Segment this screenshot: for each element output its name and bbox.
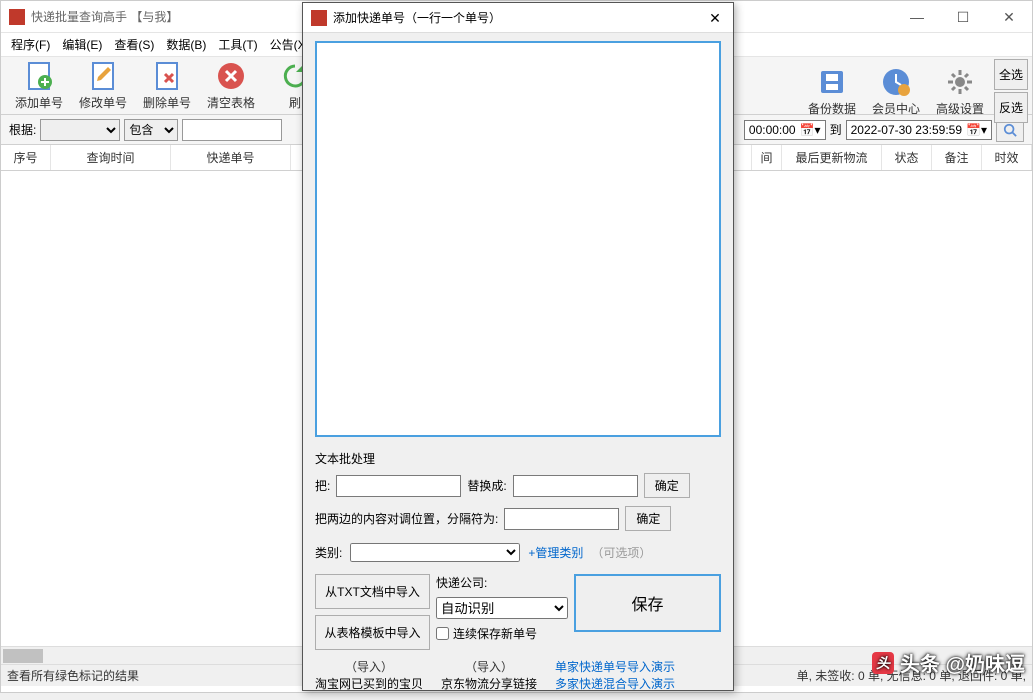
close-button[interactable]: ✕ <box>986 1 1032 33</box>
clear-icon <box>215 60 247 92</box>
add-number-button[interactable]: 添加单号 <box>9 59 69 113</box>
invert-select-button[interactable]: 反选 <box>994 92 1028 123</box>
optional-label: （可选项） <box>591 544 651 561</box>
menu-edit[interactable]: 编辑(E) <box>58 34 106 55</box>
continuous-save-checkbox[interactable] <box>436 627 449 640</box>
select-all-button[interactable]: 全选 <box>994 59 1028 90</box>
replace-to-label: 替换成: <box>467 477 506 494</box>
minimize-button[interactable]: — <box>894 1 940 33</box>
col-seq[interactable]: 序号 <box>1 145 51 170</box>
col-tracking-number[interactable]: 快递单号 <box>171 145 291 170</box>
member-icon <box>880 66 912 98</box>
text-batch-label: 文本批处理 <box>315 450 721 467</box>
dialog-close-button[interactable]: ✕ <box>705 9 725 27</box>
maximize-button[interactable]: ☐ <box>940 1 986 33</box>
filter-field-select[interactable] <box>40 119 120 141</box>
save-button[interactable]: 保存 <box>574 574 721 632</box>
jd-import-small: （导入） <box>465 658 513 675</box>
clear-table-button[interactable]: 清空表格 <box>201 59 261 113</box>
swap-confirm-button[interactable]: 确定 <box>625 506 671 531</box>
dialog-titlebar: 添加快递单号（一行一个单号） ✕ <box>303 3 733 33</box>
replace-from-input[interactable] <box>336 475 461 497</box>
member-center-button[interactable]: 会员中心 <box>866 64 926 118</box>
import-txt-button[interactable]: 从TXT文档中导入 <box>315 574 430 609</box>
calendar-icon: 📅▾ <box>800 123 821 137</box>
menu-program[interactable]: 程序(F) <box>7 34 54 55</box>
continuous-save-row[interactable]: 连续保存新单号 <box>436 625 568 642</box>
courier-company-select[interactable]: 自动识别 <box>436 597 568 619</box>
dialog-title: 添加快递单号（一行一个单号） <box>333 9 501 26</box>
advanced-settings-button[interactable]: 高级设置 <box>930 64 990 118</box>
taobao-import-link[interactable]: 淘宝网已买到的宝贝 <box>315 675 423 692</box>
add-doc-icon <box>23 60 55 92</box>
to-label: 到 <box>830 121 842 138</box>
swap-label: 把两边的内容对调位置，分隔符为: <box>315 510 498 527</box>
demo-multi-link[interactable]: 多家快递混合导入演示 <box>555 675 675 692</box>
scrollbar-thumb[interactable] <box>3 649 43 663</box>
save-db-icon <box>816 66 848 98</box>
status-left: 查看所有绿色标记的结果 <box>7 667 139 684</box>
main-title: 快递批量查询高手 【与我】 <box>31 8 178 25</box>
demo-single-link[interactable]: 单家快递单号导入演示 <box>555 658 675 675</box>
col-query-time[interactable]: 查询时间 <box>51 145 171 170</box>
settings-icon <box>944 66 976 98</box>
manage-category-link[interactable]: +管理类别 <box>528 544 583 561</box>
watermark-logo-icon: 头 <box>872 652 894 674</box>
dialog-app-icon <box>311 10 327 26</box>
col-interval[interactable]: 间 <box>752 145 782 170</box>
col-effect[interactable]: 时效 <box>982 145 1032 170</box>
replace-from-label: 把: <box>315 477 330 494</box>
add-tracking-dialog: 添加快递单号（一行一个单号） ✕ 文本批处理 把: 替换成: 确定 把两边的内容… <box>302 2 734 691</box>
watermark: 头 头条 @奶味逗 <box>872 648 1025 677</box>
calendar-icon: 📅▾ <box>966 123 987 137</box>
tracking-numbers-textarea[interactable] <box>315 41 721 437</box>
filter-root-label: 根据: <box>9 121 36 138</box>
app-icon <box>9 9 25 25</box>
import-template-button[interactable]: 从表格模板中导入 <box>315 615 430 650</box>
category-select[interactable] <box>350 543 520 562</box>
filter-op-select[interactable]: 包含 <box>124 119 178 141</box>
courier-company-label: 快递公司: <box>436 574 568 591</box>
filter-value-input[interactable] <box>182 119 282 141</box>
replace-to-input[interactable] <box>513 475 638 497</box>
taobao-import-small: （导入） <box>345 658 393 675</box>
jd-import-link[interactable]: 京东物流分享链接 <box>441 675 537 692</box>
col-remark[interactable]: 备注 <box>932 145 982 170</box>
swap-delimiter-input[interactable] <box>504 508 619 530</box>
edit-number-button[interactable]: 修改单号 <box>73 59 133 113</box>
menu-data[interactable]: 数据(B) <box>162 34 210 55</box>
col-status[interactable]: 状态 <box>882 145 932 170</box>
search-icon <box>1003 123 1017 137</box>
delete-number-button[interactable]: 删除单号 <box>137 59 197 113</box>
menu-view[interactable]: 查看(S) <box>110 34 158 55</box>
edit-doc-icon <box>87 60 119 92</box>
backup-button[interactable]: 备份数据 <box>802 64 862 118</box>
menu-tools[interactable]: 工具(T) <box>214 34 261 55</box>
replace-confirm-button[interactable]: 确定 <box>644 473 690 498</box>
delete-doc-icon <box>151 60 183 92</box>
window-controls: — ☐ ✕ <box>894 1 1032 33</box>
col-last-update[interactable]: 最后更新物流 <box>782 145 882 170</box>
category-label: 类别: <box>315 544 342 561</box>
